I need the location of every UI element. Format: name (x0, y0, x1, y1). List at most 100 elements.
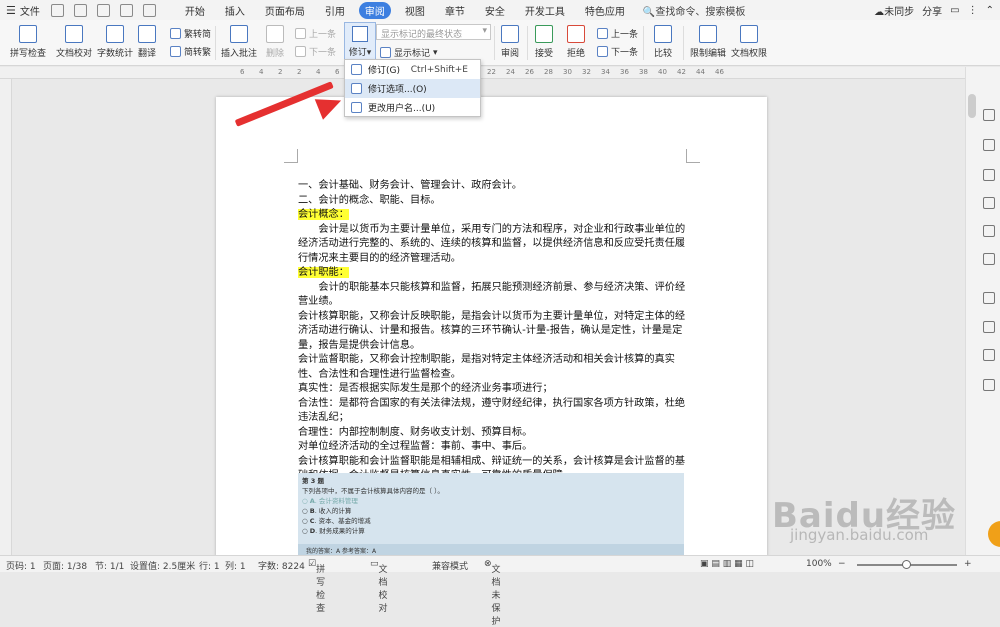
shape-icon[interactable] (983, 253, 995, 265)
prev-change-button[interactable]: 上一条 (597, 27, 638, 40)
ruler-tick: 2 (278, 68, 283, 76)
option-text: 收入的计算 (318, 507, 352, 515)
row-info: 行: 1 (199, 562, 220, 572)
protect-status[interactable]: ⊗ 文档未保护 (484, 559, 501, 627)
ruler-tick: 40 (658, 68, 667, 76)
tab-security[interactable]: 安全 (479, 2, 511, 19)
print-icon[interactable] (73, 3, 87, 17)
document-body[interactable]: 一、会计基础、财务会计、管理会计、政府会计。 二、会计的概念、职能、目标。 会计… (298, 179, 688, 484)
document-page[interactable]: 一、会计基础、财务会计、管理会计、政府会计。 二、会计的概念、职能、目标。 会计… (216, 97, 767, 557)
function-paragraph: 合法性：是都符合国家的有关法律法规，遵守财经纪律，执行国家各项方针政策，杜绝违法… (298, 397, 686, 424)
function-paragraph: 会计监督职能，又称会计控制职能，是指对特定主体经济活动和相关会计核算的真实性、合… (298, 354, 675, 380)
tab-review[interactable]: 审阅 (358, 1, 391, 19)
print-preview-icon[interactable] (96, 3, 110, 17)
spellcheck-status[interactable]: ☑ 拼写检查 (308, 559, 325, 614)
delete-comment-button[interactable]: 删除 (262, 25, 288, 59)
zoom-in-icon[interactable]: + (964, 559, 972, 569)
ruler-tick: 28 (544, 68, 553, 76)
word-count-button[interactable]: 字数统计 (97, 25, 133, 59)
insert-comment-label: 插入批注 (220, 49, 257, 59)
tab-layout[interactable]: 页面布局 (259, 2, 311, 19)
next-comment-icon (295, 46, 306, 57)
prev-comment-button[interactable]: 上一条 (295, 27, 336, 40)
simp-to-trad-icon (170, 46, 181, 57)
tab-start[interactable]: 开始 (179, 2, 211, 19)
setting-value: 设置值: 2.5厘米 (130, 562, 196, 572)
more-icon[interactable]: ⋮ (968, 5, 978, 16)
insert-comment-button[interactable]: 插入批注 (220, 25, 258, 59)
margin-corner (686, 149, 700, 163)
translate-label: 翻译 (137, 49, 156, 59)
tab-reference[interactable]: 引用 (319, 2, 351, 19)
command-search[interactable]: 🔍查找命令、搜索模板 (643, 3, 745, 18)
proof-status[interactable]: ▭ 文档校对 (370, 559, 388, 614)
format-icon[interactable] (983, 197, 995, 209)
redo-icon[interactable] (142, 3, 156, 17)
insert-comment-icon (230, 25, 248, 43)
ruler-tick: 46 (715, 68, 724, 76)
edit-icon[interactable] (983, 139, 995, 151)
compare-icon (654, 25, 672, 43)
undo-icon[interactable] (119, 3, 133, 17)
compare-button[interactable]: 比较 (650, 25, 676, 59)
zoom-slider-handle[interactable] (902, 560, 911, 569)
ruler-tick: 26 (525, 68, 534, 76)
doc-proof-icon (65, 25, 83, 43)
restrict-edit-icon (699, 25, 717, 43)
next-comment-button[interactable]: 下一条 (295, 45, 336, 58)
trad-to-simp-button[interactable]: 繁转简 (170, 27, 211, 40)
collapse-icon[interactable]: ⌃ (986, 5, 994, 16)
menu-item-revise[interactable]: 修订(G) Ctrl+Shift+E (345, 60, 480, 79)
menu-item-revise-options[interactable]: 修订选项...(O) (345, 79, 480, 98)
vertical-scrollbar[interactable] (968, 94, 976, 118)
right-tool-sidebar (965, 67, 1000, 555)
tab-special[interactable]: 特色应用 (579, 2, 631, 19)
prev-comment-label: 上一条 (309, 30, 337, 40)
next-change-icon (597, 46, 608, 57)
next-change-button[interactable]: 下一条 (597, 45, 638, 58)
restrict-edit-button[interactable]: 限制编辑 (689, 25, 727, 59)
doc-proof-button[interactable]: 文档校对 (55, 25, 93, 59)
ruler-tick: 32 (582, 68, 591, 76)
simp-to-trad-button[interactable]: 简转繁 (170, 45, 211, 58)
spellcheck-button[interactable]: 拼写检查 (8, 25, 48, 59)
cursor-icon[interactable] (983, 109, 995, 121)
word-count[interactable]: 字数: 8224 (258, 559, 305, 572)
option-key: B (309, 507, 315, 515)
tab-chapter[interactable]: 章节 (439, 2, 471, 19)
menu-item-change-username[interactable]: 更改用户名...(U) (345, 98, 480, 117)
tab-developer[interactable]: 开发工具 (519, 2, 571, 19)
zoom-level[interactable]: 100% (806, 559, 832, 569)
ruler-tick: 6 (335, 68, 340, 76)
review-pane-button[interactable]: 审阅 (498, 25, 522, 59)
chart-icon[interactable] (983, 225, 995, 237)
revise-button[interactable]: 修订▾ (344, 22, 376, 62)
revise-icon (351, 64, 362, 75)
share-icon[interactable] (983, 292, 995, 304)
backup-icon[interactable] (983, 321, 995, 333)
word-count-label: 字数统计 (97, 49, 134, 59)
next-change-label: 下一条 (611, 48, 639, 58)
doc-permission-button[interactable]: 文档权限 (730, 25, 768, 59)
style-icon[interactable] (983, 169, 995, 181)
share-button[interactable]: 分享 (922, 3, 942, 18)
tab-view[interactable]: 视图 (399, 2, 431, 19)
file-menu[interactable]: 文件 (20, 3, 40, 18)
save-icon[interactable] (50, 3, 64, 17)
menu-icon[interactable]: ☰ (6, 4, 16, 17)
translate-button[interactable]: 翻译 (136, 25, 158, 59)
accept-button[interactable]: 接受 (532, 25, 556, 59)
revise-label: 修订 (348, 48, 367, 58)
sync-status[interactable]: ☁未同步 (874, 3, 914, 18)
reject-button[interactable]: 拒绝 (564, 25, 588, 59)
display-state-select[interactable]: 显示标记的最终状态 ▾ (376, 24, 491, 40)
ruler-tick: 2 (297, 68, 302, 76)
tab-insert[interactable]: 插入 (219, 2, 251, 19)
zoom-out-icon[interactable]: − (838, 559, 846, 569)
tools-icon[interactable] (983, 379, 995, 391)
comment-icon[interactable]: ▭ (950, 5, 959, 16)
ribbon: 拼写检查 文档校对 字数统计 翻译 繁转简 简转繁 插入批注 删除 上一条 下一… (0, 20, 1000, 66)
view-mode-icon[interactable]: ▣ ▤ ▥ ▦ ◫ (700, 559, 754, 569)
show-markup-button[interactable]: 显示标记 ▾ (380, 46, 438, 59)
translate-icon[interactable] (983, 349, 995, 361)
